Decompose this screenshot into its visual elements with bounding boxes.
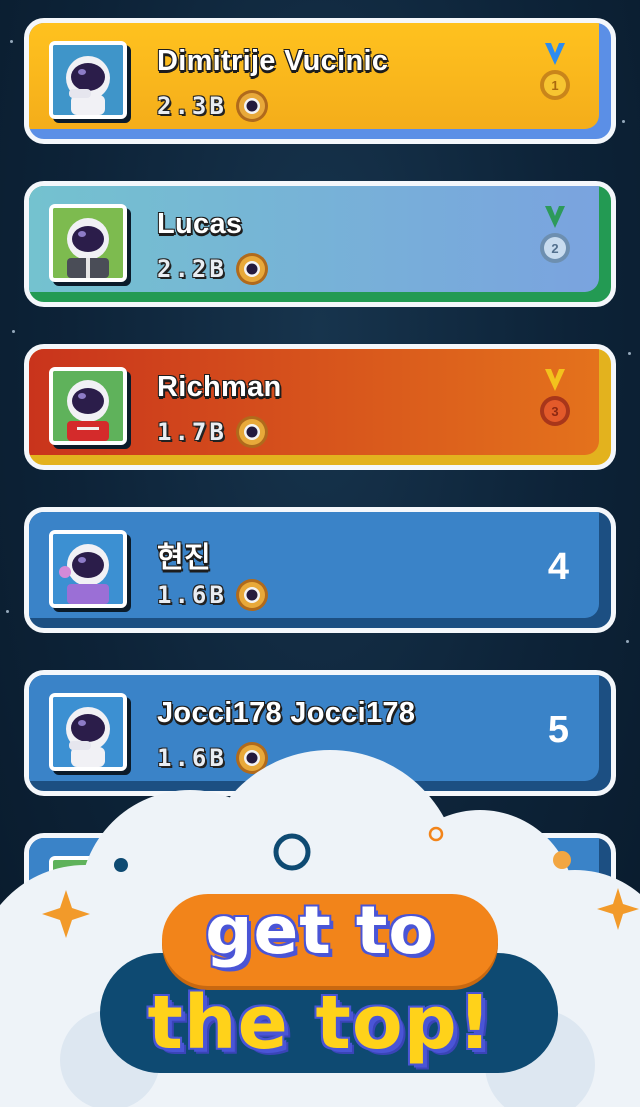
coin-icon [235,579,268,611]
rank-number: 4 [547,546,569,588]
promo-title-line1: get to [205,892,435,969]
coin-icon [235,253,268,285]
promo-title-line2: the top! [147,980,493,1066]
avatar [49,530,127,608]
player-score: 1.6B [157,581,227,609]
star [628,352,631,355]
astronaut-icon [53,208,123,278]
leaderboard-row[interactable]: Dimitrije Vucinic 2.3B 1 [24,18,616,144]
leaderboard-row[interactable]: Lucas 2.2B 2 [24,181,616,307]
gold-medal-icon: 1 [540,43,570,100]
player-name: Jocci178 Jocci178 [157,697,416,729]
player-score: 2.2B [157,255,227,283]
player-score: 1.7B [157,418,227,446]
coin-icon [235,416,268,448]
svg-text:1: 1 [551,78,558,93]
svg-text:3: 3 [551,404,558,419]
avatar [49,204,127,282]
star [12,330,15,333]
leaderboard-row[interactable]: Richman 1.7B 3 [24,344,616,470]
star [622,120,625,123]
player-name: Lucas [157,208,243,240]
player-score: 2.3B [157,92,227,120]
player-name: Richman [157,371,282,403]
silver-medal-icon: 2 [540,206,570,263]
avatar [49,367,127,445]
star [10,40,13,43]
bronze-medal-icon: 3 [540,369,570,426]
coin-icon [235,90,268,122]
star [626,640,629,643]
player-name: Dimitrije Vucinic [157,45,389,77]
astronaut-icon [53,371,123,441]
player-name: 현진 [157,542,211,574]
astronaut-icon [53,45,123,115]
astronaut-icon [53,534,123,604]
avatar [49,41,127,119]
leaderboard-row[interactable]: 현진 1.6B 4 [24,507,616,633]
star [6,610,9,613]
svg-text:2: 2 [551,241,558,256]
